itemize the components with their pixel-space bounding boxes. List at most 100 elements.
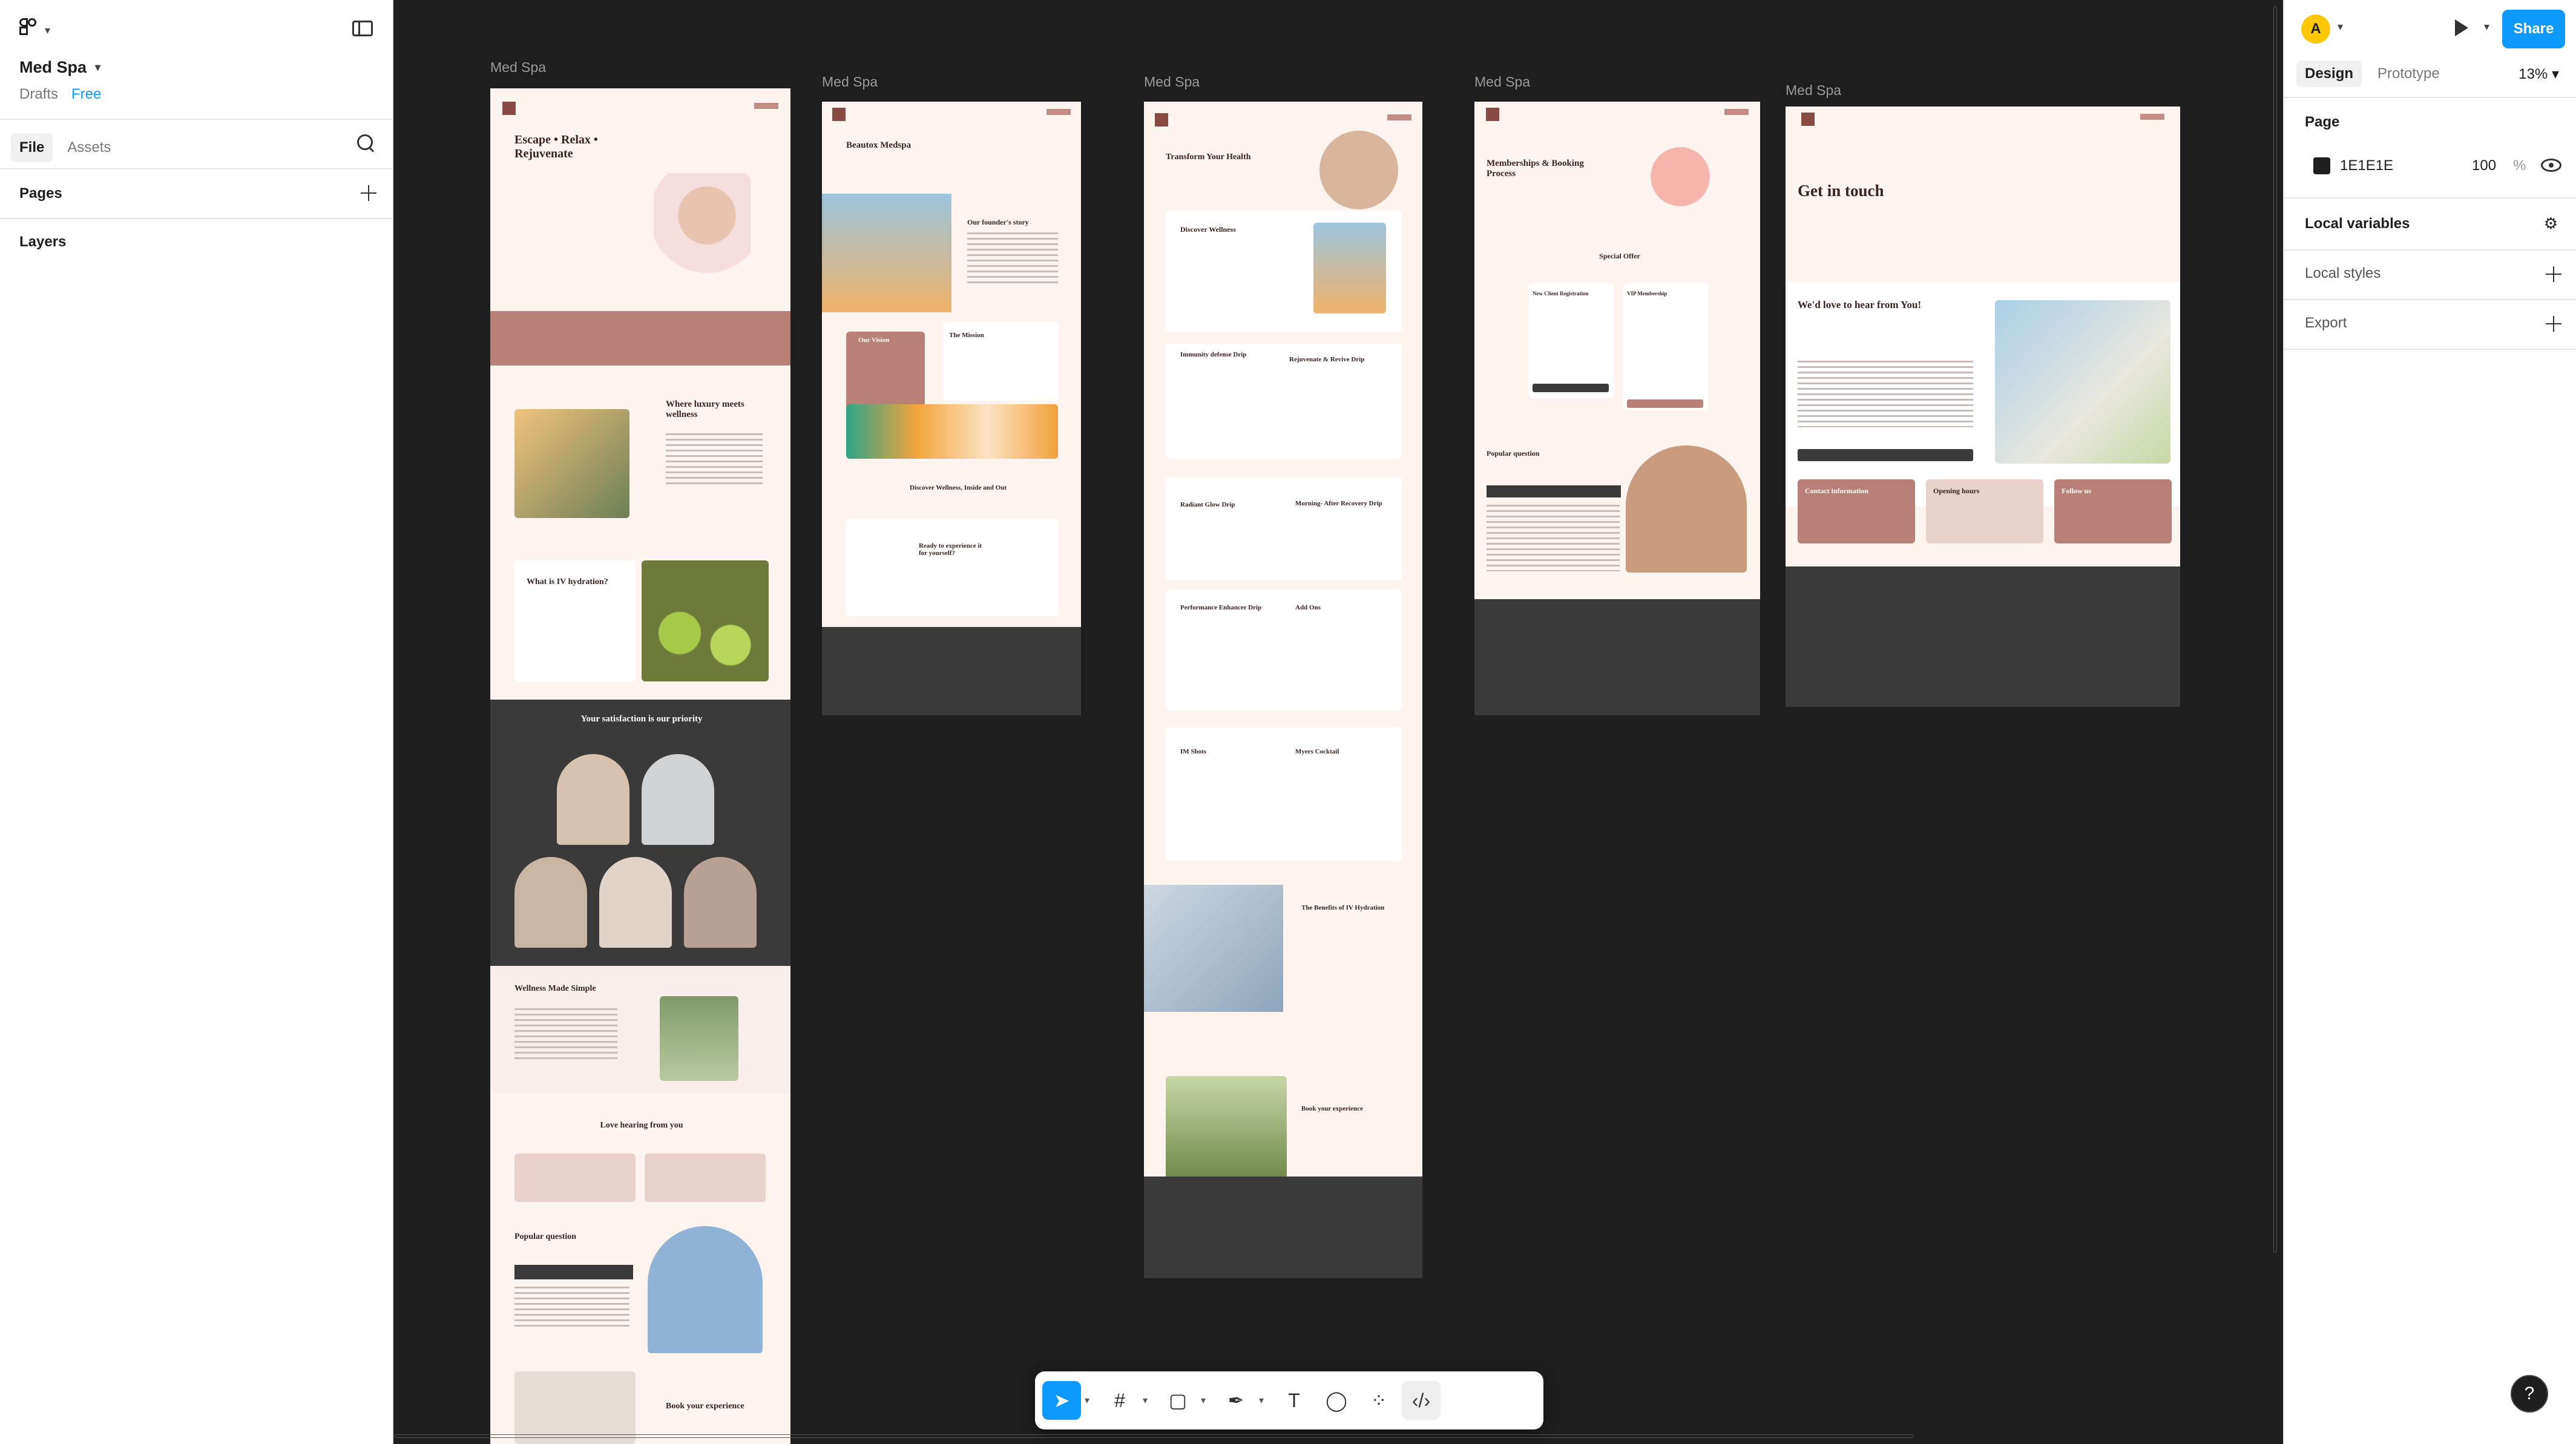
section-heading: What is IV hydration? — [527, 577, 608, 586]
pages-heading: Pages — [19, 185, 62, 202]
offer-card — [1529, 283, 1614, 398]
help-button[interactable]: ? — [2511, 1375, 2548, 1413]
divider — [2284, 299, 2576, 300]
right-tabs: Design Prototype — [2296, 61, 2448, 87]
frame-label[interactable]: Med Spa — [1786, 82, 1841, 99]
chevron-down-icon[interactable]: ▾ — [2338, 21, 2343, 33]
tab-prototype[interactable]: Prototype — [2369, 61, 2448, 87]
section-heading: The Mission — [949, 332, 984, 339]
horizontal-scrollbar[interactable] — [395, 1434, 1914, 1438]
tab-design[interactable]: Design — [2296, 61, 2362, 87]
chevron-down-icon[interactable]: ▾ — [2484, 21, 2489, 33]
frame-contact[interactable]: Get in touch We'd love to hear from You!… — [1786, 107, 2180, 707]
left-tabs: File Assets — [11, 133, 119, 162]
section-heading: Book your experience — [666, 1402, 744, 1411]
nav-button — [1046, 109, 1071, 116]
comment-tool-icon[interactable]: ◯ — [1317, 1381, 1356, 1420]
section-heading: The Benefits of IV Hydration — [1301, 904, 1385, 911]
variables-icon[interactable]: ⚙ — [2544, 214, 2558, 233]
photo — [1166, 1076, 1287, 1179]
service-heading: IM Shots — [1180, 748, 1207, 755]
present-play-icon[interactable] — [2454, 18, 2469, 38]
service-heading: Radiant Glow Drip — [1180, 501, 1235, 508]
add-export-icon[interactable] — [2546, 316, 2561, 332]
brand-logo — [502, 102, 516, 116]
vertical-scrollbar[interactable] — [2273, 6, 2277, 1253]
sidebar-toggle-icon[interactable] — [352, 21, 373, 36]
divider — [2284, 97, 2576, 98]
figma-app: ▾ Med Spa ▾ Drafts Free File Assets Pages … — [0, 0, 2576, 1444]
chevron-down-icon[interactable]: ▾ — [1259, 1394, 1271, 1406]
section-heading: Ready to experience it for yourself? — [919, 542, 982, 557]
faq-list — [514, 1287, 629, 1329]
photo — [642, 754, 714, 845]
pen-tool-icon[interactable]: ✒ — [1217, 1381, 1255, 1420]
page-opacity-value[interactable]: 100 — [2472, 157, 2496, 174]
faq-item-active — [1487, 485, 1621, 497]
tab-assets[interactable]: Assets — [59, 133, 119, 162]
photo-strip — [846, 404, 1058, 459]
section-image — [514, 409, 629, 518]
faq-list — [1487, 505, 1620, 571]
tab-file[interactable]: File — [11, 133, 53, 162]
chevron-down-icon[interactable]: ▾ — [1201, 1394, 1213, 1406]
visibility-eye-icon[interactable] — [2541, 159, 2561, 172]
section-heading: Our founder's story — [967, 218, 1029, 226]
search-icon[interactable] — [357, 134, 375, 153]
brand-logo — [1801, 112, 1815, 126]
frame-label[interactable]: Med Spa — [1144, 74, 1200, 90]
service-heading: Morning- After Recovery Drip — [1295, 500, 1382, 507]
opacity-unit: % — [2513, 157, 2526, 174]
review-card — [514, 1154, 636, 1202]
footer — [1786, 566, 2180, 707]
frame-label[interactable]: Med Spa — [490, 59, 546, 76]
page-color-value[interactable]: 1E1E1E — [2340, 157, 2393, 174]
service-card — [1166, 477, 1402, 580]
drafts-link[interactable]: Drafts — [19, 86, 58, 103]
service-card — [1166, 727, 1402, 861]
section-heading: Your satisfaction is our priority — [580, 714, 703, 724]
share-button[interactable]: Share — [2502, 10, 2565, 48]
avatar[interactable]: A — [2301, 15, 2330, 44]
chevron-down-icon[interactable]: ▾ — [1085, 1394, 1097, 1406]
zoom-value: 13% — [2518, 66, 2548, 82]
move-tool-icon[interactable]: ➤ — [1042, 1381, 1081, 1420]
brand-logo — [1485, 108, 1499, 122]
brand-logo — [832, 108, 846, 122]
add-page-icon[interactable] — [361, 185, 376, 201]
section-heading: Popular question — [1487, 449, 1540, 458]
chevron-down-icon[interactable]: ▾ — [1143, 1394, 1155, 1406]
frame-label[interactable]: Med Spa — [1474, 74, 1530, 90]
frame-tool-icon[interactable]: # — [1100, 1381, 1139, 1420]
actions-tool-icon[interactable]: ⁘ — [1359, 1381, 1398, 1420]
frame-nav — [832, 108, 1071, 122]
main-menu-button[interactable]: ▾ — [19, 18, 50, 42]
dev-mode-icon[interactable]: ‹/› — [1402, 1381, 1441, 1420]
text-tool-icon[interactable]: T — [1275, 1381, 1313, 1420]
join-button — [1627, 399, 1703, 408]
zoom-level[interactable]: 13% ▾ — [2518, 65, 2559, 83]
plan-badge[interactable]: Free — [71, 86, 101, 103]
frame-label[interactable]: Med Spa — [822, 74, 878, 90]
frame-memberships[interactable]: Memberships & Booking Process Special Of… — [1474, 102, 1760, 715]
page-color-swatch[interactable] — [2313, 157, 2330, 174]
local-variables-label[interactable]: Local variables — [2305, 215, 2410, 232]
service-heading: Myers Cocktail — [1295, 748, 1339, 755]
register-button — [1533, 384, 1609, 392]
card-heading: Contact information — [1805, 487, 1868, 495]
hero-image — [654, 173, 751, 294]
add-style-icon[interactable] — [2546, 266, 2561, 282]
canvas[interactable]: Med Spa Escape • Relax • Rejuvenate Wher… — [393, 0, 2283, 1444]
nav-button — [2140, 113, 2164, 120]
file-name[interactable]: Med Spa ▾ — [19, 58, 100, 77]
photo — [684, 857, 757, 948]
divider — [0, 218, 392, 219]
hero-title: Escape • Relax • Rejuvenate — [514, 133, 598, 160]
service-heading: Immunity defense Drip — [1180, 351, 1247, 358]
rectangle-tool-icon[interactable]: ▢ — [1158, 1381, 1197, 1420]
frame-services[interactable]: Transform Your Health Discover Wellness … — [1144, 102, 1422, 1278]
frame-home[interactable]: Escape • Relax • Rejuvenate Where luxury… — [490, 88, 790, 1444]
frame-about[interactable]: Beautox Medspa Our founder's story Our V… — [822, 102, 1081, 715]
section-heading: Our Vision — [858, 336, 890, 344]
photo — [514, 857, 587, 948]
